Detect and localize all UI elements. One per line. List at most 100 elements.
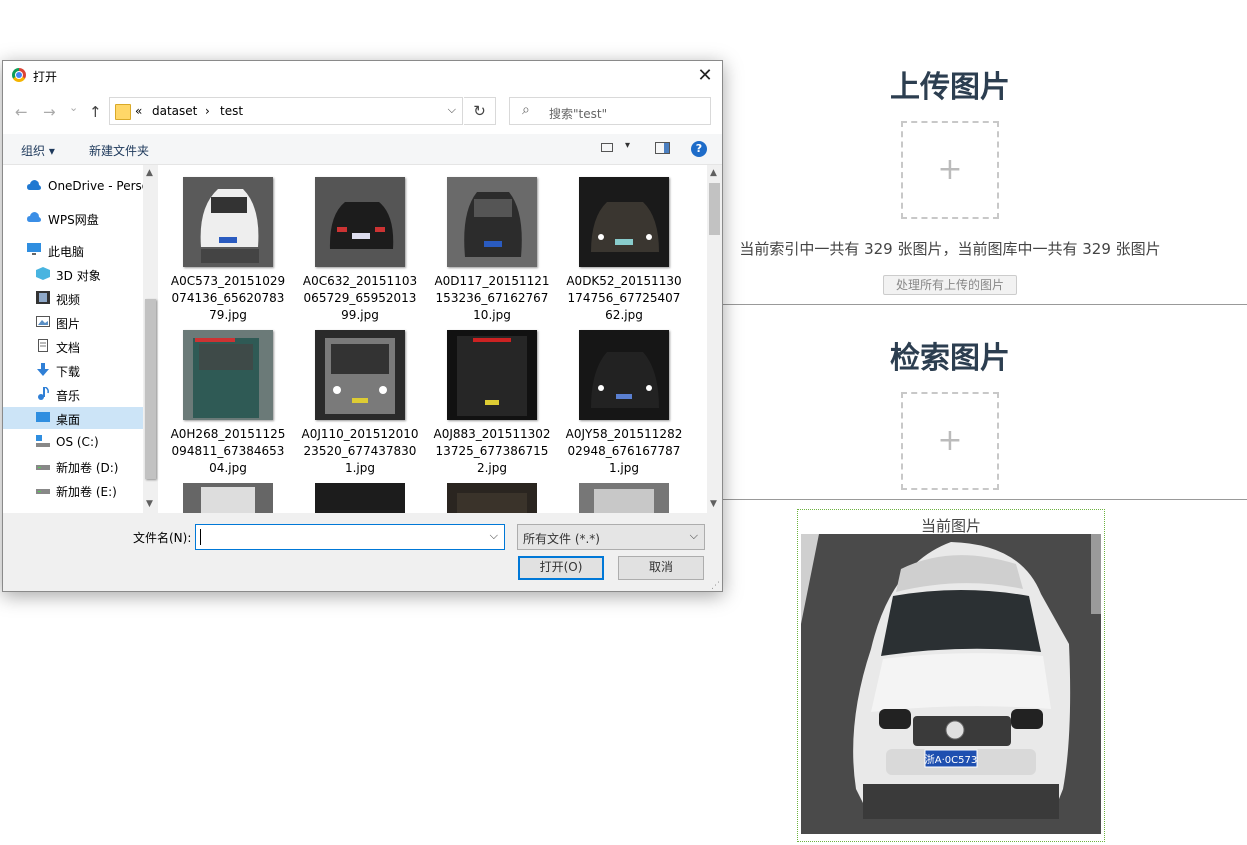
file-thumbnail (447, 177, 537, 267)
nav-item-desktop[interactable]: 桌面 (3, 407, 143, 429)
nav-item-drive-d[interactable]: 新加卷 (D:) (3, 455, 143, 477)
upload-dropzone[interactable]: + (901, 121, 999, 219)
license-plate: 浙A·0C573 (925, 754, 977, 766)
file-name: A0J110_20151201023520_6774378301.jpg (301, 427, 419, 475)
nav-item-this-pc[interactable]: 此电脑 (3, 239, 143, 261)
nav-item-label: 新加卷 (E:) (56, 485, 117, 499)
scroll-down-icon[interactable]: ▼ (146, 499, 153, 509)
file-thumbnail (315, 330, 405, 420)
file-thumbnail[interactable] (447, 483, 537, 513)
nav-item-label: 视频 (56, 293, 81, 307)
filename-input[interactable]: ⌵ (195, 524, 505, 550)
resize-grip-icon[interactable]: ⋰ (711, 581, 720, 591)
scroll-up-icon[interactable]: ▲ (146, 168, 153, 178)
file-thumbnail[interactable] (183, 483, 273, 513)
chevron-down-icon[interactable]: ⌵ (490, 529, 498, 543)
nav-item-drive-c[interactable]: OS (C:) (3, 431, 143, 453)
current-image-label: 当前图片 (920, 517, 981, 535)
nav-item-3d-objects[interactable]: 3D 对象 (3, 263, 143, 285)
help-icon[interactable]: ? (691, 141, 707, 157)
nav-item-onedrive[interactable]: OneDrive - Personal (3, 175, 143, 197)
open-button[interactable]: 打开(O) (518, 556, 604, 580)
drive-icon (36, 465, 50, 470)
scroll-up-icon[interactable]: ▲ (710, 168, 717, 178)
nav-item-drive-e[interactable]: 新加卷 (E:) (3, 479, 143, 501)
nav-item-documents[interactable]: 文档 (3, 335, 143, 357)
file-list: A0C573_20151029074136_6562078379.jpg A0C… (163, 165, 708, 513)
breadcrumb-overflow[interactable]: « (135, 104, 142, 118)
preview-pane-icon[interactable] (655, 142, 670, 154)
documents-icon (38, 339, 48, 352)
cloud-icon (27, 180, 41, 190)
file-name: A0J883_20151130213725_6773867152.jpg (433, 427, 551, 475)
file-thumbnail[interactable] (579, 483, 669, 513)
file-thumbnail (315, 177, 405, 267)
scrollbar-thumb[interactable] (145, 299, 156, 479)
current-image: 浙A·0C573 (801, 534, 1101, 834)
section-divider (722, 499, 1247, 500)
computer-icon (27, 243, 41, 255)
music-icon (38, 387, 49, 400)
open-file-dialog: 打开 ✕ ← → ⌄ ↑ « dataset › test ⌵ ↻ ⌕ 搜索"t… (2, 60, 723, 592)
filetype-select[interactable]: 所有文件 (*.*) ⌵ (517, 524, 705, 550)
search-icon: ⌕ (522, 102, 530, 118)
drive-icon (36, 489, 50, 494)
new-folder-button[interactable]: 新建文件夹 (89, 142, 149, 159)
filetype-value: 所有文件 (*.*) (523, 532, 600, 546)
file-thumbnail (183, 177, 273, 267)
drive-c-icon (36, 435, 50, 447)
file-name: A0C573_20151029074136_6562078379.jpg (170, 274, 286, 322)
recent-locations-icon[interactable]: ⌄ (69, 101, 78, 114)
pictures-icon (36, 316, 50, 327)
cancel-button[interactable]: 取消 (618, 556, 704, 580)
search-placeholder: 搜索"test" (549, 107, 608, 121)
folder-icon (115, 104, 131, 120)
process-uploads-button[interactable]: 处理所有上传的图片 (883, 275, 1017, 295)
file-thumbnail (183, 330, 273, 420)
chevron-down-icon[interactable]: ⌵ (448, 103, 456, 117)
nav-item-videos[interactable]: 视频 (3, 287, 143, 309)
breadcrumb-separator[interactable]: › (205, 104, 210, 118)
nav-item-label: 此电脑 (48, 245, 85, 259)
chevron-down-icon[interactable]: ▾ (625, 140, 630, 151)
search-dropzone[interactable]: + (901, 392, 999, 490)
scrollbar-thumb[interactable] (709, 183, 720, 235)
file-name: A0D117_20151121153236_6716276710.jpg (434, 274, 550, 322)
view-options-icon[interactable] (601, 143, 613, 152)
section-divider (722, 304, 1247, 305)
address-bar[interactable]: « dataset › test ⌵ (109, 97, 463, 125)
breadcrumb-test[interactable]: test (220, 104, 243, 118)
chrome-icon (12, 68, 26, 82)
nav-item-label: 3D 对象 (56, 269, 101, 283)
organize-menu[interactable]: 组织 ▾ (21, 142, 55, 159)
file-thumbnail (579, 330, 669, 420)
nav-item-wps[interactable]: WPS网盘 (3, 207, 143, 229)
search-box[interactable]: ⌕ 搜索"test" (509, 97, 711, 125)
back-icon[interactable]: ← (15, 103, 28, 121)
plus-icon: + (937, 423, 963, 458)
file-name: A0H268_20151125094811_6738465304.jpg (170, 427, 286, 475)
breadcrumb-dataset[interactable]: dataset (152, 104, 197, 118)
forward-icon[interactable]: → (43, 103, 56, 121)
up-icon[interactable]: ↑ (89, 103, 102, 121)
file-thumbnail[interactable] (315, 483, 405, 513)
search-title: 检索图片 (890, 341, 1010, 376)
command-toolbar: 组织 ▾ 新建文件夹 ▾ ? (3, 134, 722, 165)
scroll-down-icon[interactable]: ▼ (710, 499, 717, 509)
text-caret (200, 529, 201, 545)
file-name: A0C632_20151103065729_6595201399.jpg (302, 274, 418, 322)
file-thumbnail (447, 330, 537, 420)
file-name: A0DK52_20151130174756_6772540762.jpg (566, 274, 682, 322)
refresh-icon[interactable]: ↻ (464, 97, 496, 125)
chevron-down-icon[interactable]: ⌵ (690, 529, 698, 543)
nav-item-pictures[interactable]: 图片 (3, 311, 143, 333)
navigation-bar: ← → ⌄ ↑ « dataset › test ⌵ ↻ ⌕ 搜索"test" (3, 95, 722, 129)
file-name: A0JY58_20151128202948_6761677871.jpg (565, 427, 683, 475)
navigation-scrollbar[interactable]: ▲ ▼ (143, 165, 158, 513)
file-list-scrollbar[interactable]: ▲ ▼ (707, 165, 722, 513)
nav-item-label: 音乐 (56, 389, 81, 403)
close-icon[interactable]: ✕ (688, 61, 722, 91)
nav-item-downloads[interactable]: 下载 (3, 359, 143, 381)
nav-item-music[interactable]: 音乐 (3, 383, 143, 405)
nav-item-label: 下载 (56, 365, 81, 379)
